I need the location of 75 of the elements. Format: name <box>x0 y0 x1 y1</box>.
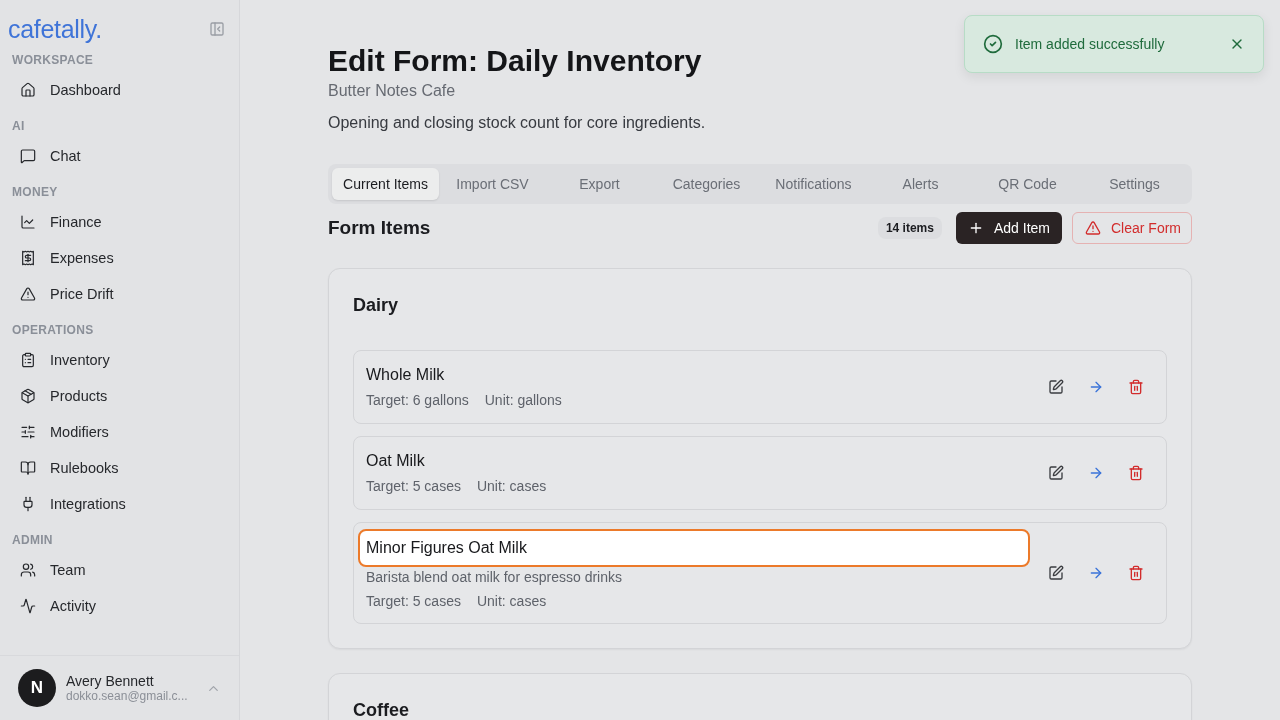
users-icon <box>20 562 36 578</box>
edit-button[interactable] <box>1046 563 1066 583</box>
edit-button[interactable] <box>1046 377 1066 397</box>
add-item-button[interactable]: Add Item <box>955 212 1062 244</box>
box-icon <box>20 388 36 404</box>
tab[interactable]: Categories <box>653 168 760 200</box>
edit-button[interactable] <box>1046 463 1066 483</box>
item-unit: Unit: cases <box>476 478 547 494</box>
arrow-right-icon <box>1088 465 1104 481</box>
clipboard-icon <box>20 352 36 368</box>
category-name: Coffee <box>353 700 410 720</box>
item-target: Target: 5 cases <box>366 593 461 609</box>
tab[interactable]: Current Items <box>332 168 439 200</box>
activity-icon <box>20 598 36 614</box>
nav-item[interactable]: Integrations <box>0 486 239 522</box>
item-description: Barista blend oat milk for espresso drinks <box>366 569 623 585</box>
item-name: Oat Milk <box>366 452 426 470</box>
tab[interactable]: Notifications <box>760 168 867 200</box>
trash-icon <box>1128 379 1144 395</box>
item-unit: Unit: gallons <box>484 392 562 408</box>
check-circle-icon <box>983 34 1003 54</box>
trash-icon <box>1128 465 1144 481</box>
arrow-right-icon <box>1088 565 1104 581</box>
receipt-icon <box>20 250 36 266</box>
chat-icon <box>20 148 36 164</box>
nav-item[interactable]: Modifiers <box>0 414 239 450</box>
edit-icon <box>1048 379 1064 395</box>
nav-item[interactable]: Dashboard <box>0 72 239 108</box>
user-email: dokko.sean@gmail.c... <box>66 689 189 703</box>
section-label: WORKSPACE <box>11 52 95 69</box>
nav-item[interactable]: Finance <box>0 204 239 240</box>
tab[interactable]: QR Code <box>974 168 1081 200</box>
section-label: AI <box>11 118 26 135</box>
cafe-name: Butter Notes Cafe <box>328 82 457 100</box>
nav-item[interactable]: Price Drift <box>0 276 239 312</box>
item-count: 14 items <box>877 217 942 239</box>
edit-icon <box>1048 565 1064 581</box>
tab[interactable]: Import CSV <box>439 168 546 200</box>
nav-item[interactable]: Inventory <box>0 342 239 378</box>
plug-icon <box>20 496 36 512</box>
tab[interactable]: Alerts <box>867 168 974 200</box>
logo: cafetally. <box>8 14 102 44</box>
section-label: ADMIN <box>11 532 54 549</box>
nav-item[interactable]: Team <box>0 552 239 588</box>
warning-icon <box>1085 220 1101 236</box>
name-input[interactable]: Minor Figures Oat Milk <box>358 529 1030 567</box>
item-unit: Unit: cases <box>476 593 547 609</box>
nav-item[interactable]: Activity <box>0 588 239 624</box>
section-label: OPERATIONS <box>11 322 95 339</box>
avatar[interactable]: N <box>18 669 56 707</box>
house-icon <box>20 82 36 98</box>
category-name: Dairy <box>353 295 400 316</box>
tab[interactable]: Settings <box>1081 168 1188 200</box>
section-label: MONEY <box>11 184 59 201</box>
form-description: Opening and closing stock count for core ingredients. <box>328 114 707 132</box>
clear-form-button[interactable]: Clear Form <box>1072 212 1192 244</box>
book-icon <box>20 460 36 476</box>
sliders-icon <box>20 424 36 440</box>
user-name: Avery Bennett <box>66 673 155 689</box>
page-title: Edit Form: Daily Inventory <box>328 44 702 78</box>
nav-item[interactable]: Products <box>0 378 239 414</box>
trash-icon <box>1128 565 1144 581</box>
warning-icon <box>20 286 36 302</box>
nav-item[interactable]: Chat <box>0 138 239 174</box>
edit-icon <box>1048 465 1064 481</box>
section-title: Form Items <box>328 217 432 239</box>
item-target: Target: 5 cases <box>366 478 461 494</box>
nav-item[interactable]: Rulebooks <box>0 450 239 486</box>
item-target: Target: 6 gallons <box>366 392 469 408</box>
chart-icon <box>20 214 36 230</box>
toast-message: Item added successfully <box>1015 36 1166 52</box>
item-name: Whole Milk <box>366 366 446 384</box>
tab[interactable]: Export <box>546 168 653 200</box>
nav-item[interactable]: Expenses <box>0 240 239 276</box>
arrow-right-icon <box>1088 379 1104 395</box>
